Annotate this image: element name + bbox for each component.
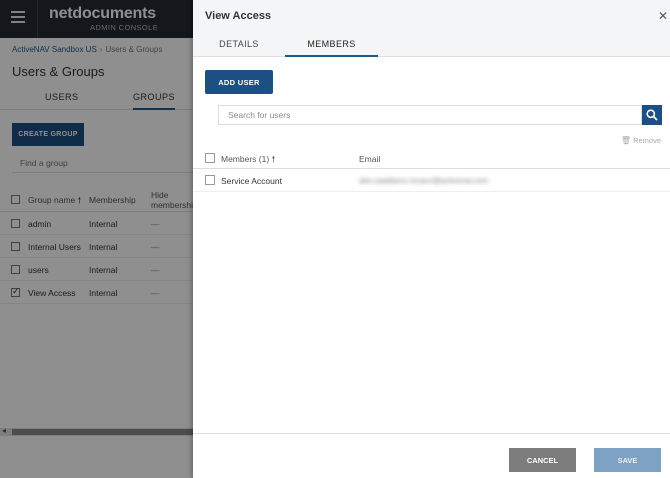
col-email[interactable]: Email [359,154,380,164]
remove-button[interactable]: 🗑 Remove [621,136,661,145]
row-checkbox[interactable] [205,175,215,185]
modal-overlay[interactable] [0,0,193,478]
drawer-title: View Access [205,10,272,22]
select-all-checkbox[interactable] [205,153,215,163]
view-access-drawer: View Access ✕ DETAILS MEMBERS ADD USER 🗑… [193,0,670,478]
tab-members[interactable]: MEMBERS [285,32,378,57]
search-icon [646,109,658,121]
members-table-header: Members (1) 🠕 Email [193,147,670,169]
add-user-button[interactable]: ADD USER [205,70,273,94]
member-name: Service Account [221,176,282,186]
search-users-input[interactable] [218,105,642,125]
member-email: alex.waddams-rocacci@activenav.com [359,176,489,185]
cancel-button[interactable]: CANCEL [509,448,576,472]
sort-up-icon: 🠕 [271,154,276,164]
col-members-label: Members (1) [221,154,270,164]
drawer-footer: CANCEL SAVE [193,433,670,478]
table-row[interactable]: Service Account alex.waddams-rocacci@act… [193,169,670,192]
trash-icon: 🗑 [620,136,632,145]
drawer-tabs: DETAILS MEMBERS [193,32,670,57]
tab-details[interactable]: DETAILS [193,32,285,57]
col-members[interactable]: Members (1) 🠕 [221,154,275,168]
save-button[interactable]: SAVE [594,448,661,472]
close-icon[interactable]: ✕ [658,9,668,23]
drawer-header: View Access ✕ [193,0,670,32]
search-button[interactable] [642,105,662,125]
remove-label: Remove [633,136,661,145]
